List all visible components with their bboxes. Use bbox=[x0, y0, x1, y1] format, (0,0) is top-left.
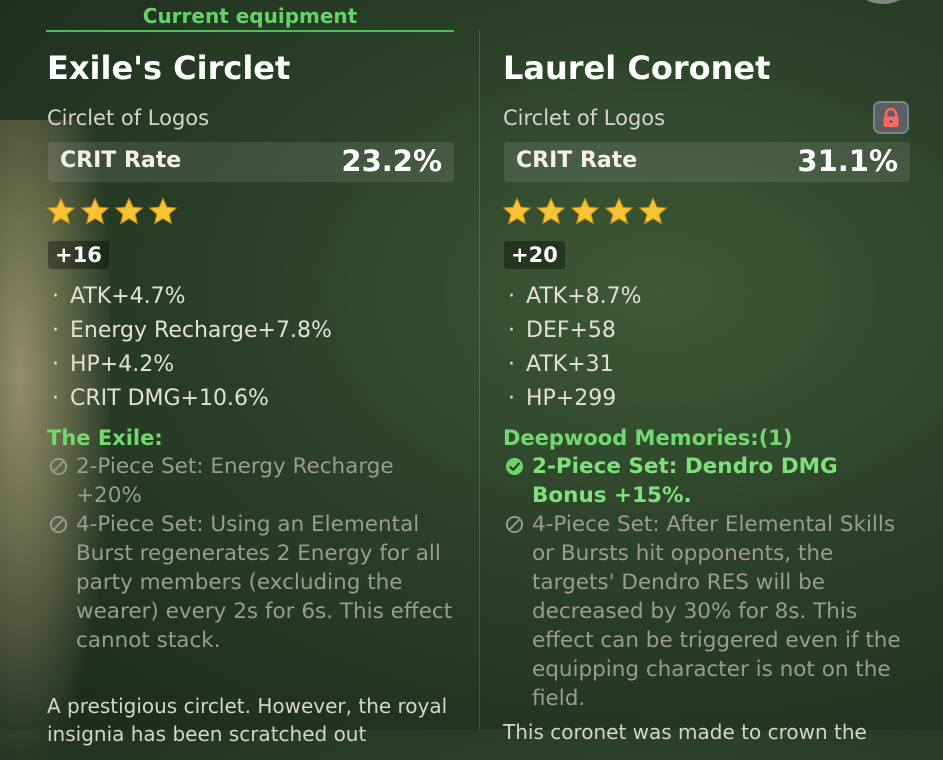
substat-item: · HP+299 bbox=[508, 386, 617, 411]
rarity-stars bbox=[502, 197, 668, 227]
artifact-description: A prestigious circlet. However, the roya… bbox=[47, 694, 448, 746]
main-stat-value: 31.1% bbox=[797, 144, 898, 178]
artifact-name: Exile's Circlet bbox=[47, 49, 291, 87]
star-icon bbox=[604, 197, 634, 225]
main-stat: CRIT Rate 31.1% bbox=[504, 142, 910, 182]
current-equipment-label: Current equipment bbox=[46, 2, 454, 32]
artifact-name: Laurel Coronet bbox=[503, 49, 771, 87]
star-icon bbox=[502, 197, 532, 225]
panel-divider bbox=[479, 30, 480, 730]
substat-item: · ATK+8.7% bbox=[508, 284, 642, 309]
substat-item: · DEF+58 bbox=[508, 318, 616, 343]
prohibited-icon bbox=[49, 457, 68, 476]
rarity-stars bbox=[46, 197, 178, 227]
prohibited-icon bbox=[49, 515, 68, 534]
artifact-level: +20 bbox=[504, 241, 565, 269]
star-icon bbox=[148, 197, 178, 225]
artifact-description: This coronet was made to crown the bbox=[503, 720, 867, 744]
substat-item: · CRIT DMG+10.6% bbox=[52, 386, 269, 411]
artifact-type: Circlet of Logos bbox=[47, 106, 210, 130]
substats-list: · ATK+4.7% · Energy Recharge+7.8% · HP+4.2%… bbox=[52, 280, 332, 416]
set-bonus-2pc: 2-Piece Set: Dendro DMG Bonus +15%. bbox=[503, 452, 913, 510]
star-icon bbox=[536, 197, 566, 225]
artifact-level: +16 bbox=[48, 241, 109, 269]
substat-item: · ATK+31 bbox=[508, 352, 614, 377]
artifact-type: Circlet of Logos bbox=[503, 106, 666, 130]
prohibited-icon bbox=[505, 515, 524, 534]
substat-item: · ATK+4.7% bbox=[52, 284, 186, 309]
set-name: The Exile: bbox=[47, 426, 163, 450]
star-icon bbox=[570, 197, 600, 225]
star-icon bbox=[638, 197, 668, 225]
star-icon bbox=[46, 197, 76, 225]
check-circle-icon bbox=[505, 457, 524, 476]
set-name: Deepwood Memories:(1) bbox=[503, 426, 793, 450]
substat-item: · Energy Recharge+7.8% bbox=[52, 318, 332, 343]
close-button[interactable] bbox=[858, 0, 908, 4]
substat-item: · HP+4.2% bbox=[52, 352, 175, 377]
main-stat-label: CRIT Rate bbox=[516, 148, 638, 173]
substats-list: · ATK+8.7% · DEF+58 · ATK+31 · HP+299 bbox=[508, 280, 642, 416]
star-icon bbox=[80, 197, 110, 225]
lock-icon bbox=[883, 107, 899, 127]
main-stat-value: 23.2% bbox=[341, 144, 442, 178]
lock-button[interactable] bbox=[873, 101, 909, 134]
star-icon bbox=[114, 197, 144, 225]
set-bonus-4pc: 4-Piece Set: Using an Elemental Burst re… bbox=[47, 510, 457, 655]
set-bonus-4pc: 4-Piece Set: After Elemental Skills or B… bbox=[503, 510, 913, 713]
main-stat-label: CRIT Rate bbox=[60, 148, 182, 173]
set-bonus-2pc: 2-Piece Set: Energy Recharge +20% bbox=[47, 452, 457, 510]
main-stat: CRIT Rate 23.2% bbox=[48, 142, 454, 182]
